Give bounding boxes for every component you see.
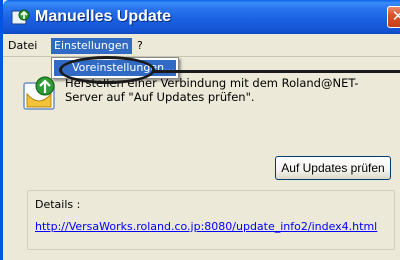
title-bar[interactable]: Manuelles Update ✕: [3, 0, 400, 34]
details-label: Details :: [35, 198, 81, 211]
menu-help[interactable]: ?: [134, 38, 146, 54]
close-button[interactable]: ✕: [387, 6, 400, 28]
einstellungen-dropdown: Voreinstellungen...: [51, 57, 179, 79]
window-title: Manuelles Update: [35, 8, 172, 25]
menu-datei[interactable]: Datei: [5, 38, 40, 54]
details-link[interactable]: http://VersaWorks.roland.co.jp:8080/upda…: [35, 220, 377, 233]
globe-download-icon: [21, 74, 57, 112]
menu-bar: Datei Einstellungen ?: [3, 34, 400, 57]
info-message: Herstellen einer Verbindung mit dem Rola…: [65, 76, 359, 104]
callout-line: [153, 70, 400, 73]
close-icon: ✕: [392, 7, 400, 25]
menu-einstellungen[interactable]: Einstellungen: [51, 38, 132, 54]
app-icon: [11, 7, 31, 27]
menu-item-voreinstellungen[interactable]: Voreinstellungen...: [54, 60, 176, 76]
update-window: Manuelles Update ✕ Datei Einstellungen ?…: [0, 0, 400, 260]
check-updates-button[interactable]: Auf Updates prüfen: [275, 156, 391, 180]
